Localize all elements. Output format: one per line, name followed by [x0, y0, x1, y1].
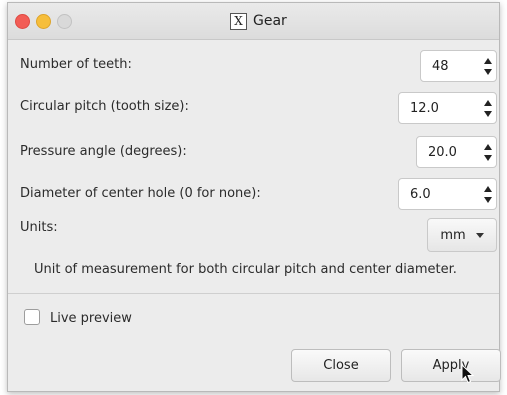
increment-arrow-icon[interactable]: [484, 57, 492, 64]
pressure-angle-label: Pressure angle (degrees):: [20, 144, 187, 159]
units-label: Units:: [20, 220, 58, 235]
units-selected-value[interactable]: mm: [440, 228, 465, 243]
center-hole-value[interactable]: 6.0: [399, 187, 480, 202]
pressure-angle-spinner[interactable]: 20.0: [416, 136, 497, 168]
close-window-icon[interactable]: [15, 14, 30, 29]
circular-pitch-stepper[interactable]: [480, 93, 496, 123]
decrement-arrow-icon[interactable]: [484, 68, 492, 75]
live-preview-checkbox[interactable]: [24, 309, 40, 325]
section-divider: [8, 293, 499, 294]
minimize-window-icon[interactable]: [36, 14, 51, 29]
live-preview-label[interactable]: Live preview: [50, 311, 132, 326]
apply-button[interactable]: Apply: [401, 349, 501, 382]
units-help-text: Unit of measurement for both circular pi…: [34, 262, 457, 277]
decrement-arrow-icon[interactable]: [484, 154, 492, 161]
x11-icon: X: [230, 12, 247, 30]
increment-arrow-icon[interactable]: [484, 99, 492, 106]
decrement-arrow-icon[interactable]: [484, 196, 492, 203]
increment-arrow-icon[interactable]: [484, 185, 492, 192]
pressure-angle-value[interactable]: 20.0: [417, 145, 480, 160]
teeth-value[interactable]: 48: [421, 59, 480, 74]
teeth-label: Number of teeth:: [20, 57, 132, 72]
zoom-window-icon[interactable]: [57, 14, 72, 29]
center-hole-spinner[interactable]: 6.0: [398, 178, 497, 210]
window-title: Gear: [253, 13, 287, 29]
teeth-stepper[interactable]: [480, 51, 496, 81]
teeth-spinner[interactable]: 48: [420, 50, 497, 82]
window-title-group: X Gear: [230, 11, 287, 31]
mouse-pointer-icon: [461, 364, 475, 384]
chevron-down-icon[interactable]: [475, 232, 484, 238]
increment-arrow-icon[interactable]: [484, 143, 492, 150]
circular-pitch-label: Circular pitch (tooth size):: [20, 99, 189, 114]
pressure-angle-stepper[interactable]: [480, 137, 496, 167]
circular-pitch-value[interactable]: 12.0: [399, 101, 480, 116]
close-button[interactable]: Close: [291, 349, 391, 382]
title-bar[interactable]: X Gear: [8, 3, 499, 40]
circular-pitch-spinner[interactable]: 12.0: [398, 92, 497, 124]
center-hole-stepper[interactable]: [480, 179, 496, 209]
center-hole-label: Diameter of center hole (0 for none):: [20, 186, 261, 201]
decrement-arrow-icon[interactable]: [484, 110, 492, 117]
gear-dialog-window: X Gear Number of teeth: 48 Circular pitc…: [7, 2, 501, 392]
units-dropdown[interactable]: mm: [427, 218, 497, 252]
